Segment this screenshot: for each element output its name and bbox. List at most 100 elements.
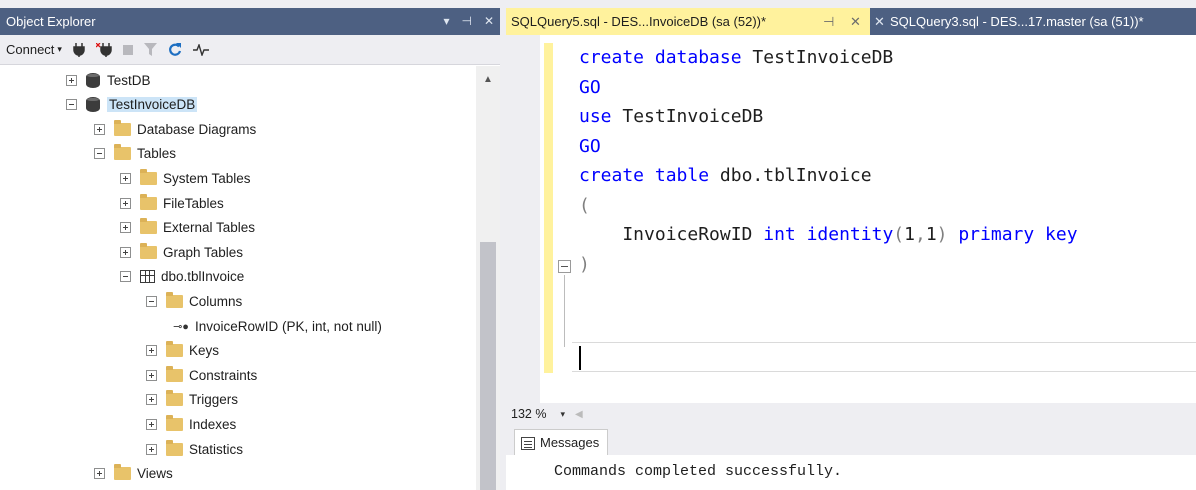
connect-plug-icon[interactable] — [73, 42, 85, 57]
code-token: ) — [936, 224, 959, 245]
tree-node-tables[interactable]: Tables — [94, 141, 176, 165]
filter-icon[interactable] — [143, 43, 157, 56]
close-icon[interactable]: ✕ — [484, 8, 494, 35]
tab-sqlquery3[interactable]: ✕ SQLQuery3.sql - DES...17.master (sa (5… — [870, 8, 1196, 35]
tree-node-testinvoicedb[interactable]: TestInvoiceDB — [66, 92, 198, 116]
expand-icon[interactable] — [146, 369, 157, 381]
tree-node-dbo-tblinvoice[interactable]: dbo.tblInvoice — [120, 264, 244, 288]
tab-messages[interactable]: Messages — [514, 429, 609, 456]
query-editor[interactable]: create database TestInvoiceDB GO use TestI… — [506, 35, 1196, 403]
tree-node-triggers[interactable]: Triggers — [146, 387, 238, 411]
zoom-level[interactable]: 132 % — [511, 407, 546, 421]
code-token: TestInvoiceDB — [622, 106, 764, 127]
expand-icon[interactable] — [146, 443, 157, 455]
tree-node-label: Columns — [189, 293, 243, 309]
code-token: 1 — [904, 224, 915, 245]
tree-node-filetables[interactable]: FileTables — [120, 191, 224, 215]
collapse-region-icon[interactable] — [558, 260, 571, 273]
code-area[interactable]: create database TestInvoiceDB GO use TestI… — [579, 43, 1078, 279]
tree-node-indexes[interactable]: Indexes — [146, 412, 236, 436]
code-line[interactable]: use TestInvoiceDB — [579, 102, 1078, 132]
folder-icon — [140, 242, 157, 259]
tree-node-system-tables[interactable]: System Tables — [120, 166, 251, 190]
stop-icon[interactable] — [122, 44, 133, 55]
code-token: dbo.tblInvoice — [719, 165, 872, 186]
code-token: create table — [579, 165, 720, 186]
current-line-highlight — [572, 342, 1196, 372]
object-explorer-scrollbar[interactable]: ▲ — [476, 66, 500, 490]
tree-node-label: Database Diagrams — [137, 121, 257, 137]
database-icon — [86, 72, 100, 88]
tree-node-label: Triggers — [189, 391, 239, 407]
code-line[interactable]: GO — [579, 73, 1078, 103]
expand-icon[interactable] — [146, 344, 157, 356]
disconnect-plug-icon[interactable] — [95, 42, 112, 57]
tree-node-columns[interactable]: Columns — [146, 289, 242, 313]
collapse-icon[interactable] — [66, 98, 77, 110]
expand-icon[interactable] — [120, 197, 131, 209]
code-token: , — [914, 224, 926, 245]
scrollbar-thumb[interactable] — [480, 242, 496, 490]
tree-node-constraints[interactable]: Constraints — [146, 363, 257, 387]
scroll-up-icon[interactable]: ▲ — [483, 74, 493, 85]
folder-icon — [140, 168, 157, 185]
code-line[interactable]: InvoiceRowID int identity(1,1) primary k… — [579, 220, 1078, 250]
tree-node-graph-tables[interactable]: Graph Tables — [120, 240, 243, 264]
tree-node-testdb[interactable]: TestDB — [66, 68, 151, 92]
folder-icon — [166, 389, 183, 406]
expand-icon[interactable] — [146, 393, 157, 405]
table-icon — [140, 269, 155, 283]
scroll-left-icon[interactable]: ◀ — [575, 409, 583, 420]
auto-hide-pin-icon[interactable]: ⊣ — [461, 8, 471, 35]
close-tab-icon[interactable]: ✕ — [874, 8, 885, 35]
code-line[interactable]: ( — [579, 191, 1078, 221]
code-token: TestInvoiceDB — [752, 47, 894, 68]
text-caret — [579, 346, 581, 370]
folder-icon — [166, 365, 183, 382]
close-tab-icon[interactable]: ✕ — [850, 8, 861, 35]
collapse-icon[interactable] — [120, 270, 131, 282]
zoom-dropdown-icon[interactable]: ▾ — [560, 409, 565, 420]
outline-line — [564, 275, 565, 347]
tree-node-views[interactable]: Views — [94, 461, 173, 485]
code-line[interactable]: GO — [579, 132, 1078, 162]
code-line[interactable]: create database TestInvoiceDB — [579, 43, 1078, 73]
object-explorer-toolbar: Connect ▾ — [0, 35, 500, 65]
folder-icon — [114, 119, 131, 136]
collapse-icon[interactable] — [146, 295, 157, 307]
tree-node-external-tables[interactable]: External Tables — [120, 215, 255, 239]
tree-node-label: Keys — [189, 342, 220, 358]
tree-node-label: TestInvoiceDB — [107, 96, 198, 112]
expand-icon[interactable] — [94, 467, 105, 479]
tree-node-database-diagrams[interactable]: Database Diagrams — [94, 117, 256, 141]
connect-button[interactable]: Connect ▾ — [6, 42, 62, 57]
expand-icon[interactable] — [94, 123, 105, 135]
expand-icon[interactable] — [120, 221, 131, 233]
expand-icon[interactable] — [120, 172, 131, 184]
refresh-icon[interactable] — [168, 42, 182, 57]
folder-icon — [166, 340, 183, 357]
code-line[interactable]: ) — [579, 250, 1078, 280]
tab-sqlquery5[interactable]: SQLQuery5.sql - DES...InvoiceDB (sa (52)… — [506, 8, 870, 35]
pin-tab-icon[interactable]: ⊣ — [823, 8, 834, 35]
activity-monitor-icon[interactable] — [192, 43, 209, 56]
tree-node-statistics[interactable]: Statistics — [146, 437, 243, 461]
collapse-icon[interactable] — [94, 147, 105, 159]
tree-node-label: System Tables — [163, 170, 251, 186]
expand-icon[interactable] — [146, 418, 157, 430]
code-token: primary key — [958, 224, 1078, 245]
expand-icon[interactable] — [66, 74, 77, 86]
message-text: Commands completed successfully. — [554, 463, 843, 480]
tree-node-keys[interactable]: Keys — [146, 338, 219, 362]
window-position-dropdown-icon[interactable]: ▾ — [443, 8, 449, 35]
folder-icon — [166, 414, 183, 431]
tree-node-label: TestDB — [107, 72, 151, 88]
code-token: int identity — [763, 224, 894, 245]
code-line[interactable]: create table dbo.tblInvoice — [579, 161, 1078, 191]
top-strip — [0, 0, 1196, 8]
code-token: 1 — [925, 224, 937, 245]
tree-node-invoicerowid-column[interactable]: ⊸● InvoiceRowID (PK, int, not null) — [171, 314, 382, 338]
expand-icon[interactable] — [120, 246, 131, 258]
code-token: GO — [579, 135, 601, 157]
tab-title: SQLQuery5.sql - DES...InvoiceDB (sa (52)… — [511, 14, 767, 29]
